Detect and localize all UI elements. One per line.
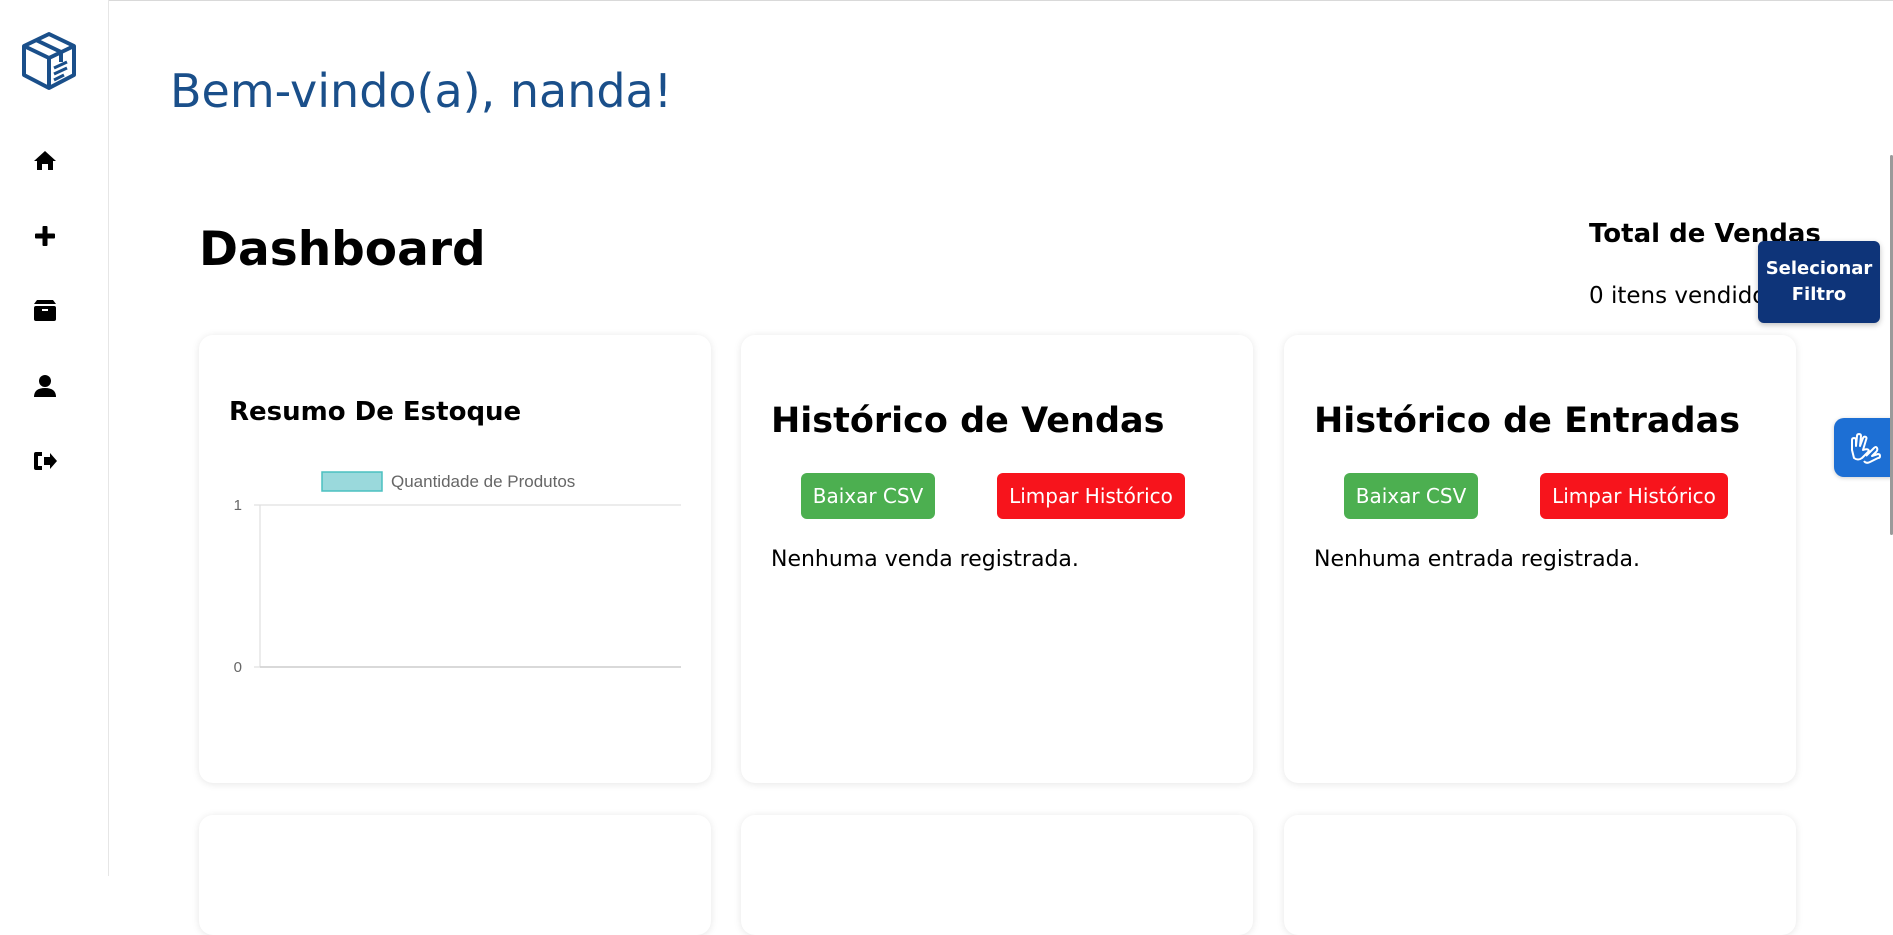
entries-history-card: Histórico de Entradas Baixar CSV Limpar … [1284,335,1796,783]
user-icon[interactable] [30,371,60,401]
sidebar [0,0,109,876]
box-logo-icon[interactable] [20,31,78,91]
download-csv-sales-button[interactable]: Baixar CSV [801,473,935,519]
stock-chart: 0 1 Quantidade de Produtos [234,471,681,676]
page-title: Dashboard [199,222,486,277]
chart-legend-swatch [321,471,383,492]
clear-sales-history-button[interactable]: Limpar Histórico [997,473,1185,519]
card-row2-3 [1284,815,1796,935]
download-csv-entries-button[interactable]: Baixar CSV [1344,473,1478,519]
box-icon[interactable] [30,296,60,326]
clear-entries-history-button[interactable]: Limpar Histórico [1540,473,1728,519]
card-row2-1 [199,815,711,935]
sales-empty-text: Nenhuma venda registrada. [771,547,1079,572]
sales-history-title: Histórico de Vendas [771,401,1165,441]
sales-history-card: Histórico de Vendas Baixar CSV Limpar Hi… [741,335,1253,783]
top-border [0,0,1893,1]
chart-y-tick-label: 1 [234,497,242,514]
home-icon[interactable] [30,146,60,176]
card-row2-2 [741,815,1253,935]
entries-empty-text: Nenhuma entrada registrada. [1314,547,1641,572]
total-sales-value: 0 itens vendidos [1589,283,1779,309]
entries-history-title: Histórico de Entradas [1314,401,1741,441]
select-filter-button[interactable]: Selecionar Filtro [1758,241,1880,323]
welcome-heading: Bem-vindo(a), nanda! [170,64,673,118]
chart-legend-label: Quantidade de Produtos [391,472,575,491]
chart-y-tick-label: 0 [234,659,242,676]
sign-language-hands-icon[interactable] [1834,418,1893,477]
sign-out-icon[interactable] [30,446,60,476]
stock-summary-card: Resumo De Estoque 0 1 Quantidade de Produt… [199,335,711,783]
plus-icon[interactable] [30,221,60,251]
